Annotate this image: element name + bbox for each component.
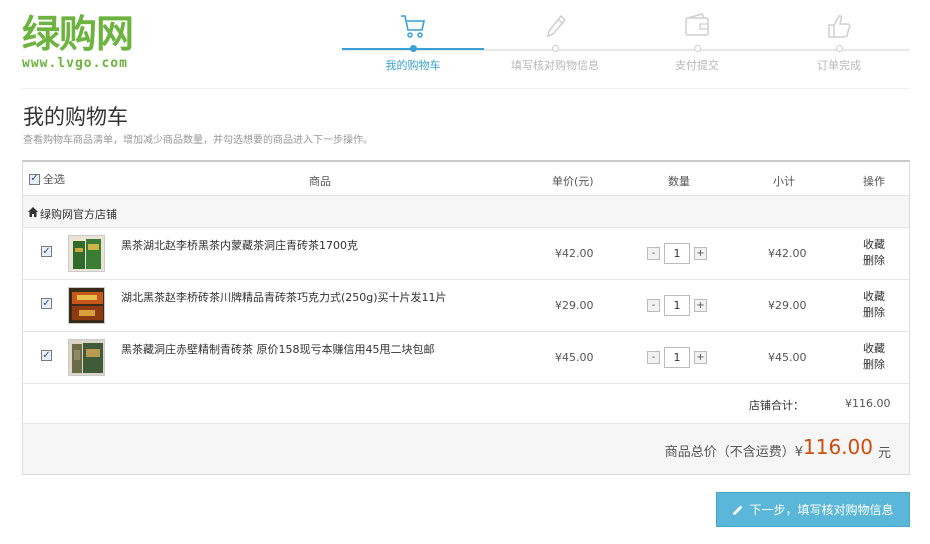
decrease-button[interactable]: - xyxy=(647,298,660,312)
increase-button[interactable]: + xyxy=(694,298,707,312)
header-ops: 操作 xyxy=(863,175,885,188)
item-ops: 收藏 删除 xyxy=(863,237,885,269)
step-label: 订单完成 xyxy=(817,59,861,72)
product-name[interactable]: 湖北黑茶赵李桥砖茶川牌精品青砖茶巧克力式(250g)买十片发11片 xyxy=(121,289,447,305)
delete-link[interactable]: 删除 xyxy=(863,305,885,321)
item-subtotal: ¥42.00 xyxy=(768,247,807,260)
item-checkbox[interactable]: ✓ xyxy=(41,246,52,257)
select-all-label: 全选 xyxy=(43,173,65,186)
increase-button[interactable]: + xyxy=(694,350,707,364)
page-subtitle: 查看购物车商品清单，增加减少商品数量，并勾选想要的商品进入下一步操作。 xyxy=(23,135,373,146)
step-pay: 支付提交 xyxy=(626,10,768,75)
increase-button[interactable]: + xyxy=(694,246,707,260)
pencil-icon xyxy=(546,14,567,38)
grand-total-row: 商品总价（不含运费）¥ 116.00 元 xyxy=(23,424,909,474)
next-step-button[interactable]: 下一步，填写核对购物信息 xyxy=(716,492,910,527)
header-price: 单价(元) xyxy=(552,175,594,188)
item-checkbox[interactable]: ✓ xyxy=(41,298,52,309)
product-thumbnail[interactable] xyxy=(68,287,105,324)
step-label: 我的购物车 xyxy=(385,59,441,72)
checkout-progress: 我的购物车 填写核对购物信息 支付提交 订单完成 xyxy=(342,10,910,75)
select-all-checkbox[interactable]: ✓ xyxy=(29,173,40,185)
unit-price: ¥42.00 xyxy=(555,247,594,260)
step-dot xyxy=(410,45,417,52)
product-name[interactable]: 黑茶藏洞庄赤壁精制青砖茶 原价158现亏本赚信用45甩二块包邮 xyxy=(121,341,435,357)
cart-item: ✓ 黑茶湖北赵李桥黑茶内蒙藏茶洞庄青砖茶1700克 ¥42.00 - 1 + ¥… xyxy=(23,228,909,280)
product-name[interactable]: 黑茶湖北赵李桥黑茶内蒙藏茶洞庄青砖茶1700克 xyxy=(121,237,358,253)
favorite-link[interactable]: 收藏 xyxy=(863,341,885,357)
quantity-stepper: - 1 + xyxy=(647,294,707,316)
shop-row: 绿购网官方店铺 xyxy=(23,195,909,228)
header-divider xyxy=(22,88,910,89)
product-thumbnail[interactable] xyxy=(68,339,105,376)
cart-item: ✓ 湖北黑茶赵李桥砖茶川牌精品青砖茶巧克力式(250g)买十片发11片 ¥29.… xyxy=(23,280,909,332)
quantity-stepper: - 1 + xyxy=(647,242,707,264)
grand-total-unit: 元 xyxy=(877,446,891,461)
quantity-input[interactable]: 1 xyxy=(664,242,690,264)
page-title: 我的购物车 xyxy=(23,105,128,129)
logo-text: 绿购网 xyxy=(22,12,134,56)
logo-url: www.lvgo.com xyxy=(22,56,128,71)
step-label: 填写核对购物信息 xyxy=(511,59,599,72)
step-dot xyxy=(836,45,843,52)
cart-item: ✓ 黑茶藏洞庄赤壁精制青砖茶 原价158现亏本赚信用45甩二块包邮 ¥45.00… xyxy=(23,332,909,384)
product-thumbnail[interactable] xyxy=(68,235,105,272)
cart-icon xyxy=(401,15,425,38)
delete-link[interactable]: 删除 xyxy=(863,357,885,373)
item-subtotal: ¥29.00 xyxy=(768,299,807,312)
decrease-button[interactable]: - xyxy=(647,246,660,260)
wallet-icon xyxy=(685,13,709,36)
shop-name[interactable]: 绿购网官方店铺 xyxy=(40,206,117,222)
favorite-link[interactable]: 收藏 xyxy=(863,237,885,253)
select-all[interactable]: ✓ 全选 xyxy=(29,171,65,187)
next-step-label: 下一步，填写核对购物信息 xyxy=(749,503,894,517)
decrease-button[interactable]: - xyxy=(647,350,660,364)
thumbs-up-icon xyxy=(828,15,851,38)
delete-link[interactable]: 删除 xyxy=(863,253,885,269)
quantity-input[interactable]: 1 xyxy=(664,294,690,316)
item-ops: 收藏 删除 xyxy=(863,341,885,373)
step-fill-info: 填写核对购物信息 xyxy=(484,10,626,75)
header-subtotal: 小计 xyxy=(773,175,795,188)
shop-total-value: ¥116.00 xyxy=(845,397,891,410)
home-icon xyxy=(28,207,38,217)
shop-total-row: 店铺合计： ¥116.00 xyxy=(23,384,909,424)
item-checkbox[interactable]: ✓ xyxy=(41,350,52,361)
step-cart: 我的购物车 xyxy=(342,10,484,75)
quantity-input[interactable]: 1 xyxy=(664,346,690,368)
site-logo[interactable]: 绿购网 www.lvgo.com xyxy=(22,14,172,72)
step-dot xyxy=(694,45,701,52)
table-header: ✓ 全选 商品 单价(元) 数量 小计 操作 xyxy=(23,162,909,195)
unit-price: ¥45.00 xyxy=(555,351,594,364)
step-label: 支付提交 xyxy=(675,59,719,72)
grand-total-amount: 116.00 xyxy=(803,435,873,459)
header-goods: 商品 xyxy=(309,175,331,188)
item-ops: 收藏 删除 xyxy=(863,289,885,321)
header-qty: 数量 xyxy=(668,175,690,188)
grand-total-label: 商品总价（不含运费）¥ xyxy=(664,445,803,460)
cart-table: ✓ 全选 商品 单价(元) 数量 小计 操作 绿购网官方店铺 ✓ 黑茶湖北赵李桥… xyxy=(22,160,910,475)
pencil-icon xyxy=(733,505,743,515)
item-subtotal: ¥45.00 xyxy=(768,351,807,364)
step-dot xyxy=(552,45,559,52)
step-complete: 订单完成 xyxy=(768,10,910,75)
favorite-link[interactable]: 收藏 xyxy=(863,289,885,305)
shop-total-label: 店铺合计： xyxy=(749,399,804,412)
quantity-stepper: - 1 + xyxy=(647,346,707,368)
unit-price: ¥29.00 xyxy=(555,299,594,312)
